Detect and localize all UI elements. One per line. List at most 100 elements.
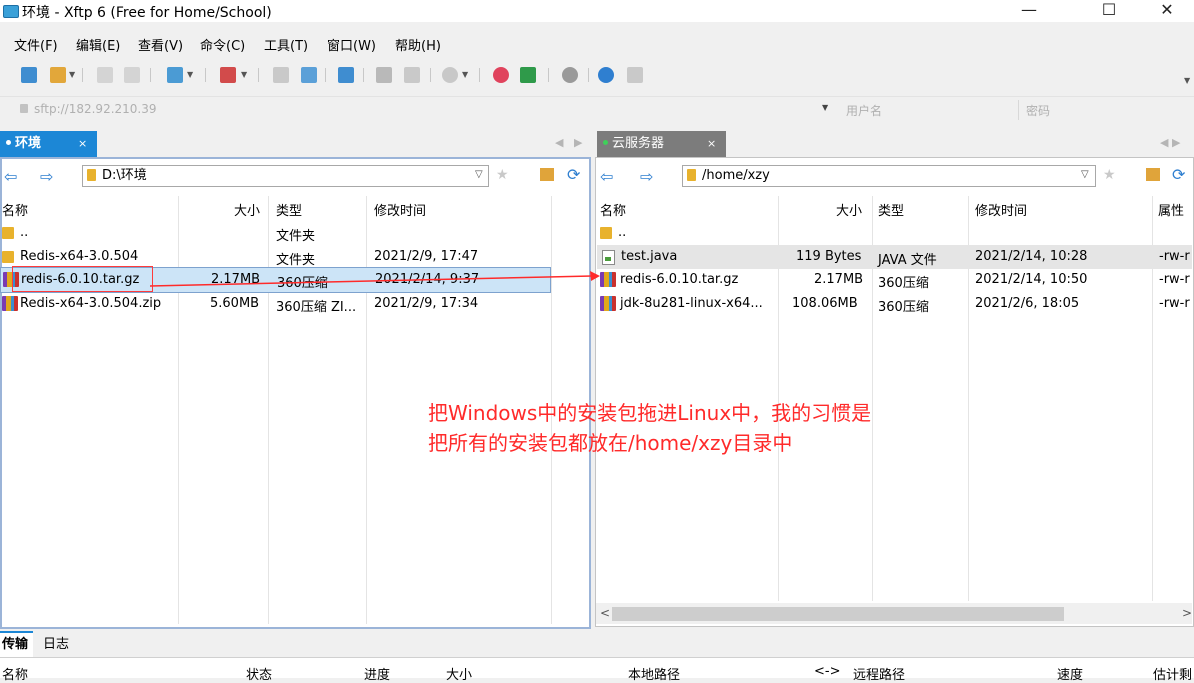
table-row[interactable]: .. [600,221,1192,245]
tab-right-cloud-server[interactable]: 云服务器 × [597,131,726,157]
toolbar-separator [150,68,151,82]
col-size[interactable]: 大小 [446,664,472,683]
new-session-icon[interactable] [21,67,37,83]
paste-icon[interactable] [404,67,420,83]
chevron-down-icon[interactable]: ▼ [822,103,828,112]
disconnect-icon[interactable] [124,67,140,83]
minimize-button[interactable]: — [1006,0,1052,22]
chat-icon[interactable] [627,67,643,83]
sync-icon[interactable] [338,67,354,83]
home-icon[interactable] [1146,168,1160,181]
tab-transfer[interactable]: 传输 [2,633,28,652]
toolbar-separator [325,68,326,82]
back-arrow-icon[interactable]: ⇦ [600,167,613,186]
back-arrow-icon[interactable]: ⇦ [4,167,17,186]
col-size[interactable]: 大小 [836,200,862,219]
remote-path-input[interactable]: /home/xzy [682,165,1096,187]
help-icon[interactable] [598,67,614,83]
chevron-down-icon[interactable]: ▽ [1081,169,1089,180]
forward-arrow-icon[interactable]: ⇨ [40,167,53,186]
gear-icon[interactable] [562,67,578,83]
xshell-icon[interactable] [493,67,509,83]
col-name[interactable]: 名称 [600,200,626,219]
tab-close-icon[interactable]: × [707,131,716,157]
xmanager-icon[interactable] [520,67,536,83]
file-modified: 2021/2/14, 10:50 [975,272,1088,287]
file-type: 文件夹 [276,229,316,244]
file-modified: 2021/2/9, 17:34 [374,296,479,311]
star-icon[interactable]: ★ [1103,167,1116,183]
col-type[interactable]: 类型 [276,200,302,219]
tab-left-env[interactable]: 环境 × [0,131,97,157]
tab-log[interactable]: 日志 [43,633,69,652]
col-status[interactable]: 状态 [246,664,272,683]
table-row-hover[interactable]: test.java 119 Bytes JAVA 文件 2021/2/14, 1… [597,245,1192,269]
tab-scroll-arrows[interactable]: ◀ ▶ [1160,136,1180,149]
local-path-input[interactable]: D:\环境 [82,165,489,187]
toolbar-more-icon[interactable]: ▼ [1184,76,1190,85]
local-columns-header: 名称 大小 类型 修改时间 [2,196,587,222]
col-eta[interactable]: 估计剩 [1153,664,1192,683]
username-field[interactable]: 用户名 [846,102,882,119]
tab-label: 云服务器 [612,136,665,151]
col-type[interactable]: 类型 [878,200,904,219]
home-icon[interactable] [540,168,554,181]
col-modified[interactable]: 修改时间 [374,200,426,219]
stop-icon[interactable] [442,67,458,83]
menu-view[interactable]: 查看(V) [138,35,183,54]
tab-close-icon[interactable]: × [78,131,87,157]
close-button[interactable]: ✕ [1144,0,1190,22]
connect-icon[interactable] [97,67,113,83]
maximize-button[interactable]: ☐ [1086,0,1132,22]
file-type: 文件夹 [276,253,316,268]
col-size[interactable]: 大小 [234,200,260,219]
chevron-down-icon[interactable]: ▽ [475,169,483,180]
scrollbar-thumb[interactable] [612,607,1064,621]
open-folder-icon[interactable] [50,67,66,83]
file-type: JAVA 文件 [878,253,937,268]
file-size: 2.17MB [814,272,864,287]
menu-help[interactable]: 帮助(H) [395,35,441,54]
col-name[interactable]: 名称 [2,200,28,219]
dropdown-arrow-icon[interactable]: ▼ [241,70,247,79]
refresh-icon[interactable]: ⟳ [1172,165,1185,184]
table-row[interactable]: Redis-x64-3.0.504.zip 5.60MB 360压缩 ZI...… [2,292,551,316]
field-divider [1018,100,1019,120]
col-progress[interactable]: 进度 [364,664,390,683]
terminal-icon[interactable] [220,67,236,83]
col-modified[interactable]: 修改时间 [975,200,1027,219]
star-icon[interactable]: ★ [496,167,509,183]
scroll-right-icon[interactable]: > [1182,606,1192,620]
col-speed[interactable]: 速度 [1057,664,1083,683]
menu-edit[interactable]: 编辑(E) [76,35,120,54]
menu-file[interactable]: 文件(F) [14,35,58,54]
highlight-box [12,266,153,292]
table-row[interactable]: jdk-8u281-linux-x64... 108.06MB 360压缩 20… [600,292,1192,316]
transfer-icon[interactable] [167,67,183,83]
upload-icon[interactable] [301,67,317,83]
menu-tools[interactable]: 工具(T) [264,35,308,54]
col-local-path[interactable]: 本地路径 [628,664,680,683]
remote-columns-header: 名称 大小 类型 修改时间 属性 [600,196,1192,222]
col-attr[interactable]: 属性 [1158,200,1184,219]
table-row[interactable]: .. 文件夹 [2,221,551,245]
dropdown-arrow-icon[interactable]: ▼ [187,70,193,79]
tab-scroll-arrows[interactable]: ◀ ▶ [555,136,582,149]
dropdown-arrow-icon[interactable]: ▼ [462,70,468,79]
col-name[interactable]: 名称 [2,664,28,683]
menu-command[interactable]: 命令(C) [200,35,245,54]
scroll-left-icon[interactable]: < [600,606,610,620]
copy-icon[interactable] [376,67,392,83]
properties-icon[interactable] [273,67,289,83]
folder-icon [2,251,14,263]
table-row[interactable]: redis-6.0.10.tar.gz 2.17MB 360压缩 2021/2/… [600,268,1192,292]
col-remote-path[interactable]: 远程路径 [853,664,905,683]
password-field[interactable]: 密码 [1026,102,1050,119]
forward-arrow-icon[interactable]: ⇨ [640,167,653,186]
dropdown-arrow-icon[interactable]: ▼ [69,70,75,79]
host-input[interactable]: sftp://182.92.210.39 [34,102,157,116]
refresh-icon[interactable]: ⟳ [567,165,580,184]
remote-path-text: /home/xzy [702,168,770,183]
menu-window[interactable]: 窗口(W) [327,35,376,54]
drag-arrow-line [150,275,593,287]
